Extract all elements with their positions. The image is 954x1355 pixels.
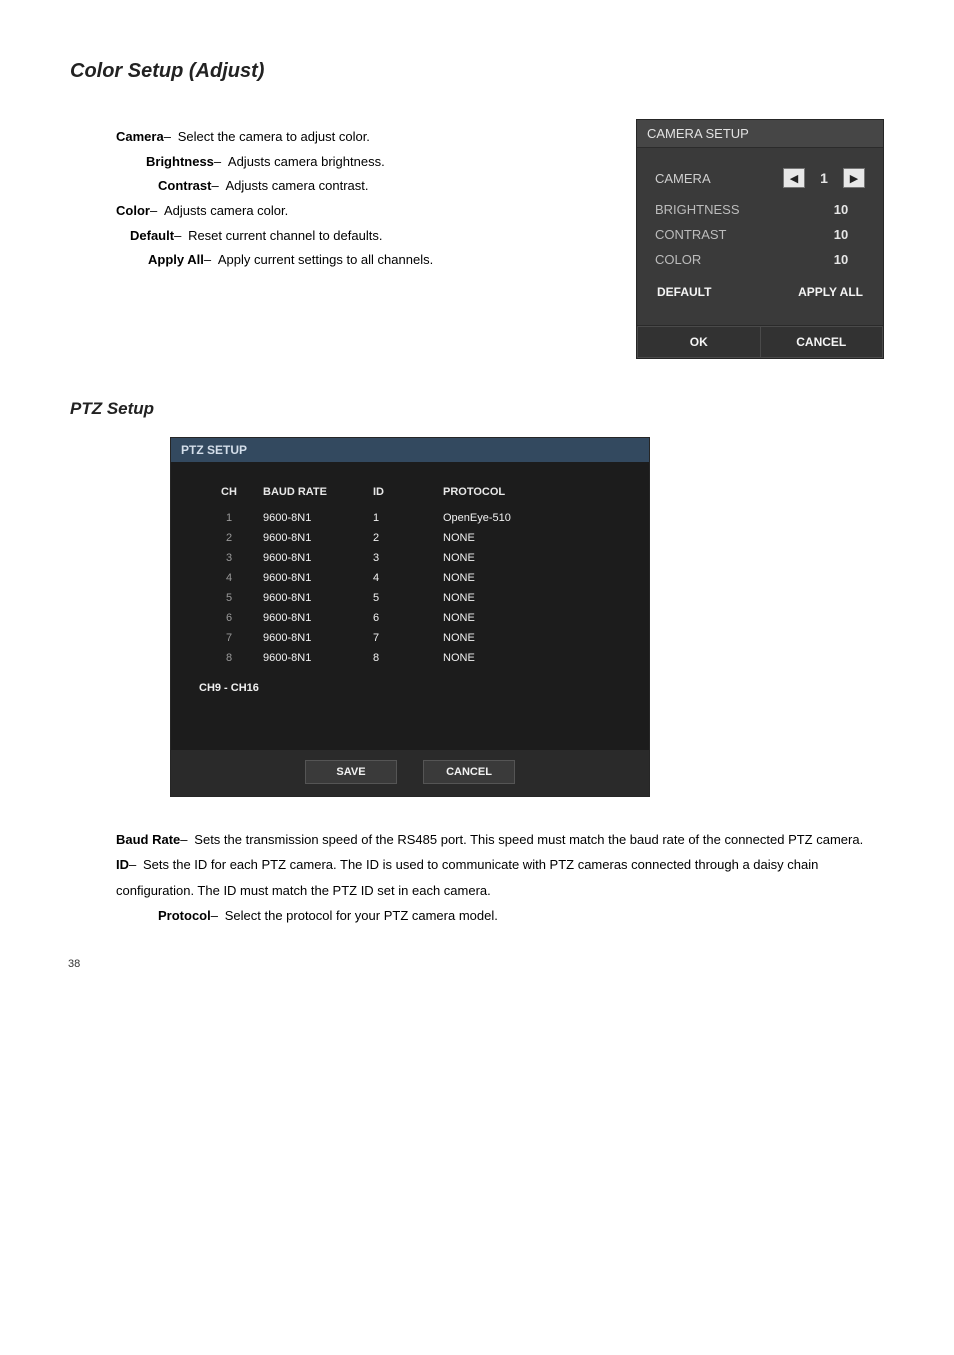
color-desc: Adjusts camera color. [164, 203, 288, 218]
cell-baud: 9600-8N1 [259, 528, 369, 548]
camera-label: Camera [116, 129, 164, 144]
brightness-row[interactable]: BRIGHTNESS 10 [655, 202, 865, 217]
camera-setup-panel: CAMERA SETUP CAMERA ◀ 1 ▶ BRIGHTNESS 10 … [636, 119, 884, 359]
color-setup-bullets: Camera – Select the camera to adjust col… [70, 119, 626, 273]
table-row[interactable]: 39600-8N13NONE [199, 548, 621, 568]
col-protocol: PROTOCOL [439, 480, 621, 508]
cell-baud: 9600-8N1 [259, 568, 369, 588]
cell-baud: 9600-8N1 [259, 648, 369, 668]
cell-protocol: NONE [439, 528, 621, 548]
chevron-right-icon: ▶ [850, 172, 858, 185]
cell-protocol: NONE [439, 568, 621, 588]
ptz-panel-title: PTZ SETUP [171, 438, 649, 462]
cell-id: 4 [369, 568, 439, 588]
cell-id: 8 [369, 648, 439, 668]
cell-id: 5 [369, 588, 439, 608]
apply-all-button[interactable]: APPLY ALL [796, 281, 865, 303]
cell-ch: 4 [199, 568, 259, 588]
chevron-left-icon: ◀ [790, 172, 798, 185]
applyall-label: Apply All [148, 252, 204, 267]
cell-baud: 9600-8N1 [259, 588, 369, 608]
camera-panel-title: CAMERA SETUP [637, 120, 883, 148]
cell-ch: 7 [199, 628, 259, 648]
cell-ch: 5 [199, 588, 259, 608]
cell-protocol: NONE [439, 588, 621, 608]
cell-id: 1 [369, 508, 439, 528]
cell-id: 7 [369, 628, 439, 648]
contrast-value: 10 [817, 227, 865, 242]
camera-field-label: CAMERA [655, 171, 711, 186]
camera-next-button[interactable]: ▶ [843, 168, 865, 188]
cell-id: 2 [369, 528, 439, 548]
section-title: Color Setup (Adjust) [70, 60, 884, 83]
ptz-section-title: PTZ Setup [70, 399, 884, 419]
cell-baud: 9600-8N1 [259, 608, 369, 628]
default-label: Default [130, 228, 174, 243]
cell-ch: 2 [199, 528, 259, 548]
color-row[interactable]: COLOR 10 [655, 252, 865, 267]
camera-desc: Select the camera to adjust color. [178, 129, 370, 144]
def-protocol-desc: Select the protocol for your PTZ camera … [225, 908, 498, 923]
camera-spinner: ◀ 1 ▶ [783, 168, 865, 188]
contrast-desc: Adjusts camera contrast. [225, 178, 368, 193]
col-ch: CH [199, 480, 259, 508]
col-baud: BAUD RATE [259, 480, 369, 508]
ok-button[interactable]: OK [637, 326, 761, 358]
cell-protocol: NONE [439, 548, 621, 568]
cell-id: 3 [369, 548, 439, 568]
table-row[interactable]: 49600-8N14NONE [199, 568, 621, 588]
table-row[interactable]: 79600-8N17NONE [199, 628, 621, 648]
cell-protocol: NONE [439, 628, 621, 648]
cell-ch: 6 [199, 608, 259, 628]
color-row-label: COLOR [655, 252, 701, 267]
def-id-desc: Sets the ID for each PTZ camera. The ID … [116, 857, 818, 897]
default-desc: Reset current channel to defaults. [188, 228, 382, 243]
contrast-label: Contrast [158, 178, 211, 193]
cell-baud: 9600-8N1 [259, 628, 369, 648]
default-button[interactable]: DEFAULT [655, 281, 713, 303]
ptz-setup-panel: PTZ SETUP CH BAUD RATE ID PROTOCOL 19600… [170, 437, 650, 797]
contrast-row[interactable]: CONTRAST 10 [655, 227, 865, 242]
cell-ch: 8 [199, 648, 259, 668]
camera-value: 1 [811, 170, 837, 186]
color-value: 10 [817, 252, 865, 267]
ptz-more-link[interactable]: CH9 - CH16 [199, 682, 621, 694]
ptz-cancel-button[interactable]: CANCEL [423, 760, 515, 784]
def-baud-label: Baud Rate [116, 832, 180, 847]
ptz-table: CH BAUD RATE ID PROTOCOL 19600-8N11OpenE… [199, 480, 621, 668]
brightness-desc: Adjusts camera brightness. [228, 154, 385, 169]
def-id-label: ID [116, 857, 129, 872]
cell-protocol: OpenEye-510 [439, 508, 621, 528]
cell-ch: 1 [199, 508, 259, 528]
cell-protocol: NONE [439, 608, 621, 628]
ptz-definitions: Baud Rate – Sets the transmission speed … [70, 827, 884, 928]
cancel-button[interactable]: CANCEL [761, 326, 884, 358]
table-row[interactable]: 29600-8N12NONE [199, 528, 621, 548]
cell-baud: 9600-8N1 [259, 548, 369, 568]
applyall-desc: Apply current settings to all channels. [218, 252, 433, 267]
brightness-label: Brightness [146, 154, 214, 169]
contrast-row-label: CONTRAST [655, 227, 727, 242]
table-row[interactable]: 19600-8N11OpenEye-510 [199, 508, 621, 528]
cell-ch: 3 [199, 548, 259, 568]
brightness-value: 10 [817, 202, 865, 217]
ptz-save-button[interactable]: SAVE [305, 760, 397, 784]
col-id: ID [369, 480, 439, 508]
cell-id: 6 [369, 608, 439, 628]
cell-protocol: NONE [439, 648, 621, 668]
def-protocol-label: Protocol [158, 908, 211, 923]
cell-baud: 9600-8N1 [259, 508, 369, 528]
brightness-row-label: BRIGHTNESS [655, 202, 740, 217]
table-row[interactable]: 59600-8N15NONE [199, 588, 621, 608]
table-row[interactable]: 69600-8N16NONE [199, 608, 621, 628]
page-number: 38 [68, 958, 80, 970]
color-label: Color [116, 203, 150, 218]
def-baud-desc: Sets the transmission speed of the RS485… [194, 832, 863, 847]
camera-prev-button[interactable]: ◀ [783, 168, 805, 188]
table-row[interactable]: 89600-8N18NONE [199, 648, 621, 668]
